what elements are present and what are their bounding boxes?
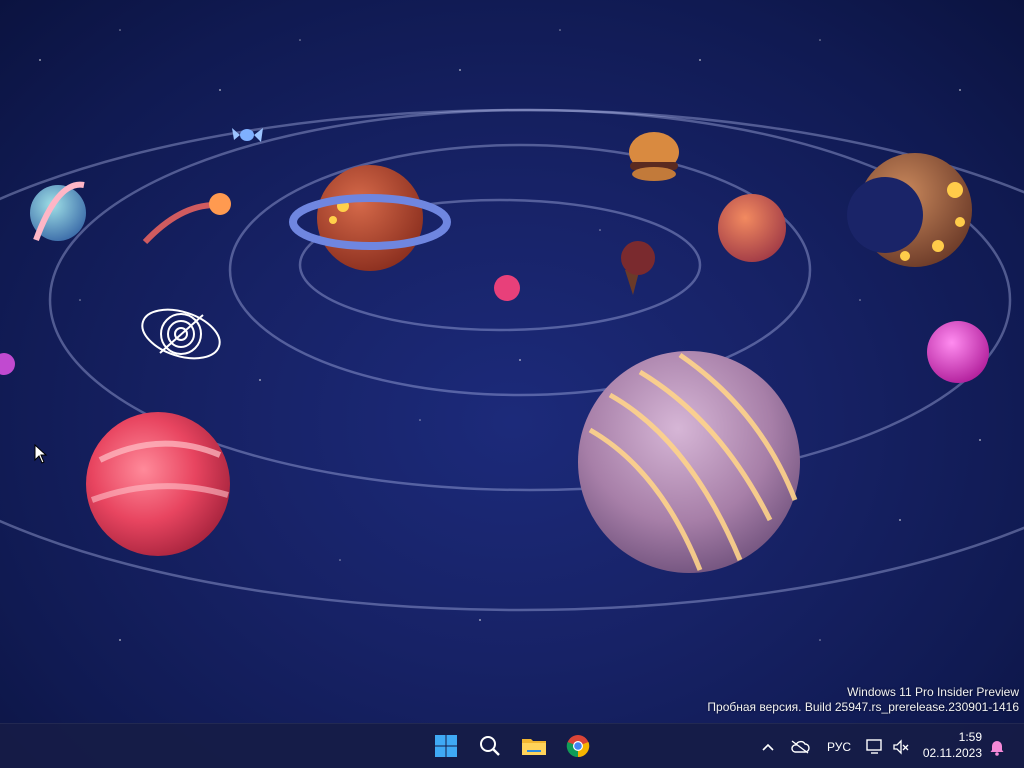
- comet: [142, 193, 231, 245]
- chrome-icon: [566, 735, 590, 758]
- file-explorer-button[interactable]: [516, 728, 552, 764]
- chrome-button[interactable]: [560, 728, 596, 764]
- folder-icon: [522, 739, 546, 755]
- watermark-edition: Windows 11 Pro Insider Preview: [847, 685, 1019, 699]
- language-indicator: РУС: [826, 739, 852, 754]
- watermark-build: Пробная версия. Build 25947.rs_prereleas…: [707, 700, 1019, 714]
- clock[interactable]: 1:59 02.11.2023: [923, 729, 982, 761]
- show-hidden-icons-button[interactable]: [758, 724, 778, 768]
- search-icon: [480, 736, 500, 756]
- clock-date: 02.11.2023: [922, 746, 982, 760]
- windows-logo-icon: [435, 735, 457, 757]
- clock-time: 1:59: [958, 730, 982, 744]
- volume-muted-icon: [893, 738, 909, 755]
- planet-edge-purple: [0, 353, 15, 375]
- build-watermark: Windows 11 Pro Insider Preview Пробная в…: [707, 685, 1019, 715]
- moon-crescent: [847, 153, 972, 267]
- monitor-icon: [866, 738, 882, 754]
- search-button[interactable]: [472, 728, 508, 764]
- volume-button[interactable]: [890, 724, 912, 768]
- chevron-up-icon: [762, 743, 774, 751]
- planet-wireframe: [141, 308, 221, 360]
- planet-big-striped: [578, 351, 800, 573]
- planet-blue-ringed: [30, 181, 86, 242]
- input-language-button[interactable]: РУС: [822, 724, 856, 768]
- bell-icon: [990, 740, 1004, 756]
- planet-orange: [718, 194, 786, 262]
- mouse-cursor: [34, 443, 48, 469]
- planet-red: [86, 412, 230, 556]
- wallpaper: [0, 29, 1024, 641]
- ice-cream: [621, 241, 655, 295]
- notifications-button[interactable]: [986, 724, 1008, 768]
- desktop[interactable]: Windows 11 Pro Insider Preview Пробная в…: [0, 0, 1024, 723]
- planet-small-pink: [494, 275, 520, 301]
- cloud-offline-icon: [791, 739, 810, 754]
- display-button[interactable]: [864, 724, 886, 768]
- burger: [629, 132, 679, 181]
- taskbar: РУС 1:59 02.11.2023: [0, 723, 1024, 768]
- network-button[interactable]: [788, 724, 812, 768]
- start-button[interactable]: [428, 728, 464, 764]
- planet-pink: [927, 321, 989, 383]
